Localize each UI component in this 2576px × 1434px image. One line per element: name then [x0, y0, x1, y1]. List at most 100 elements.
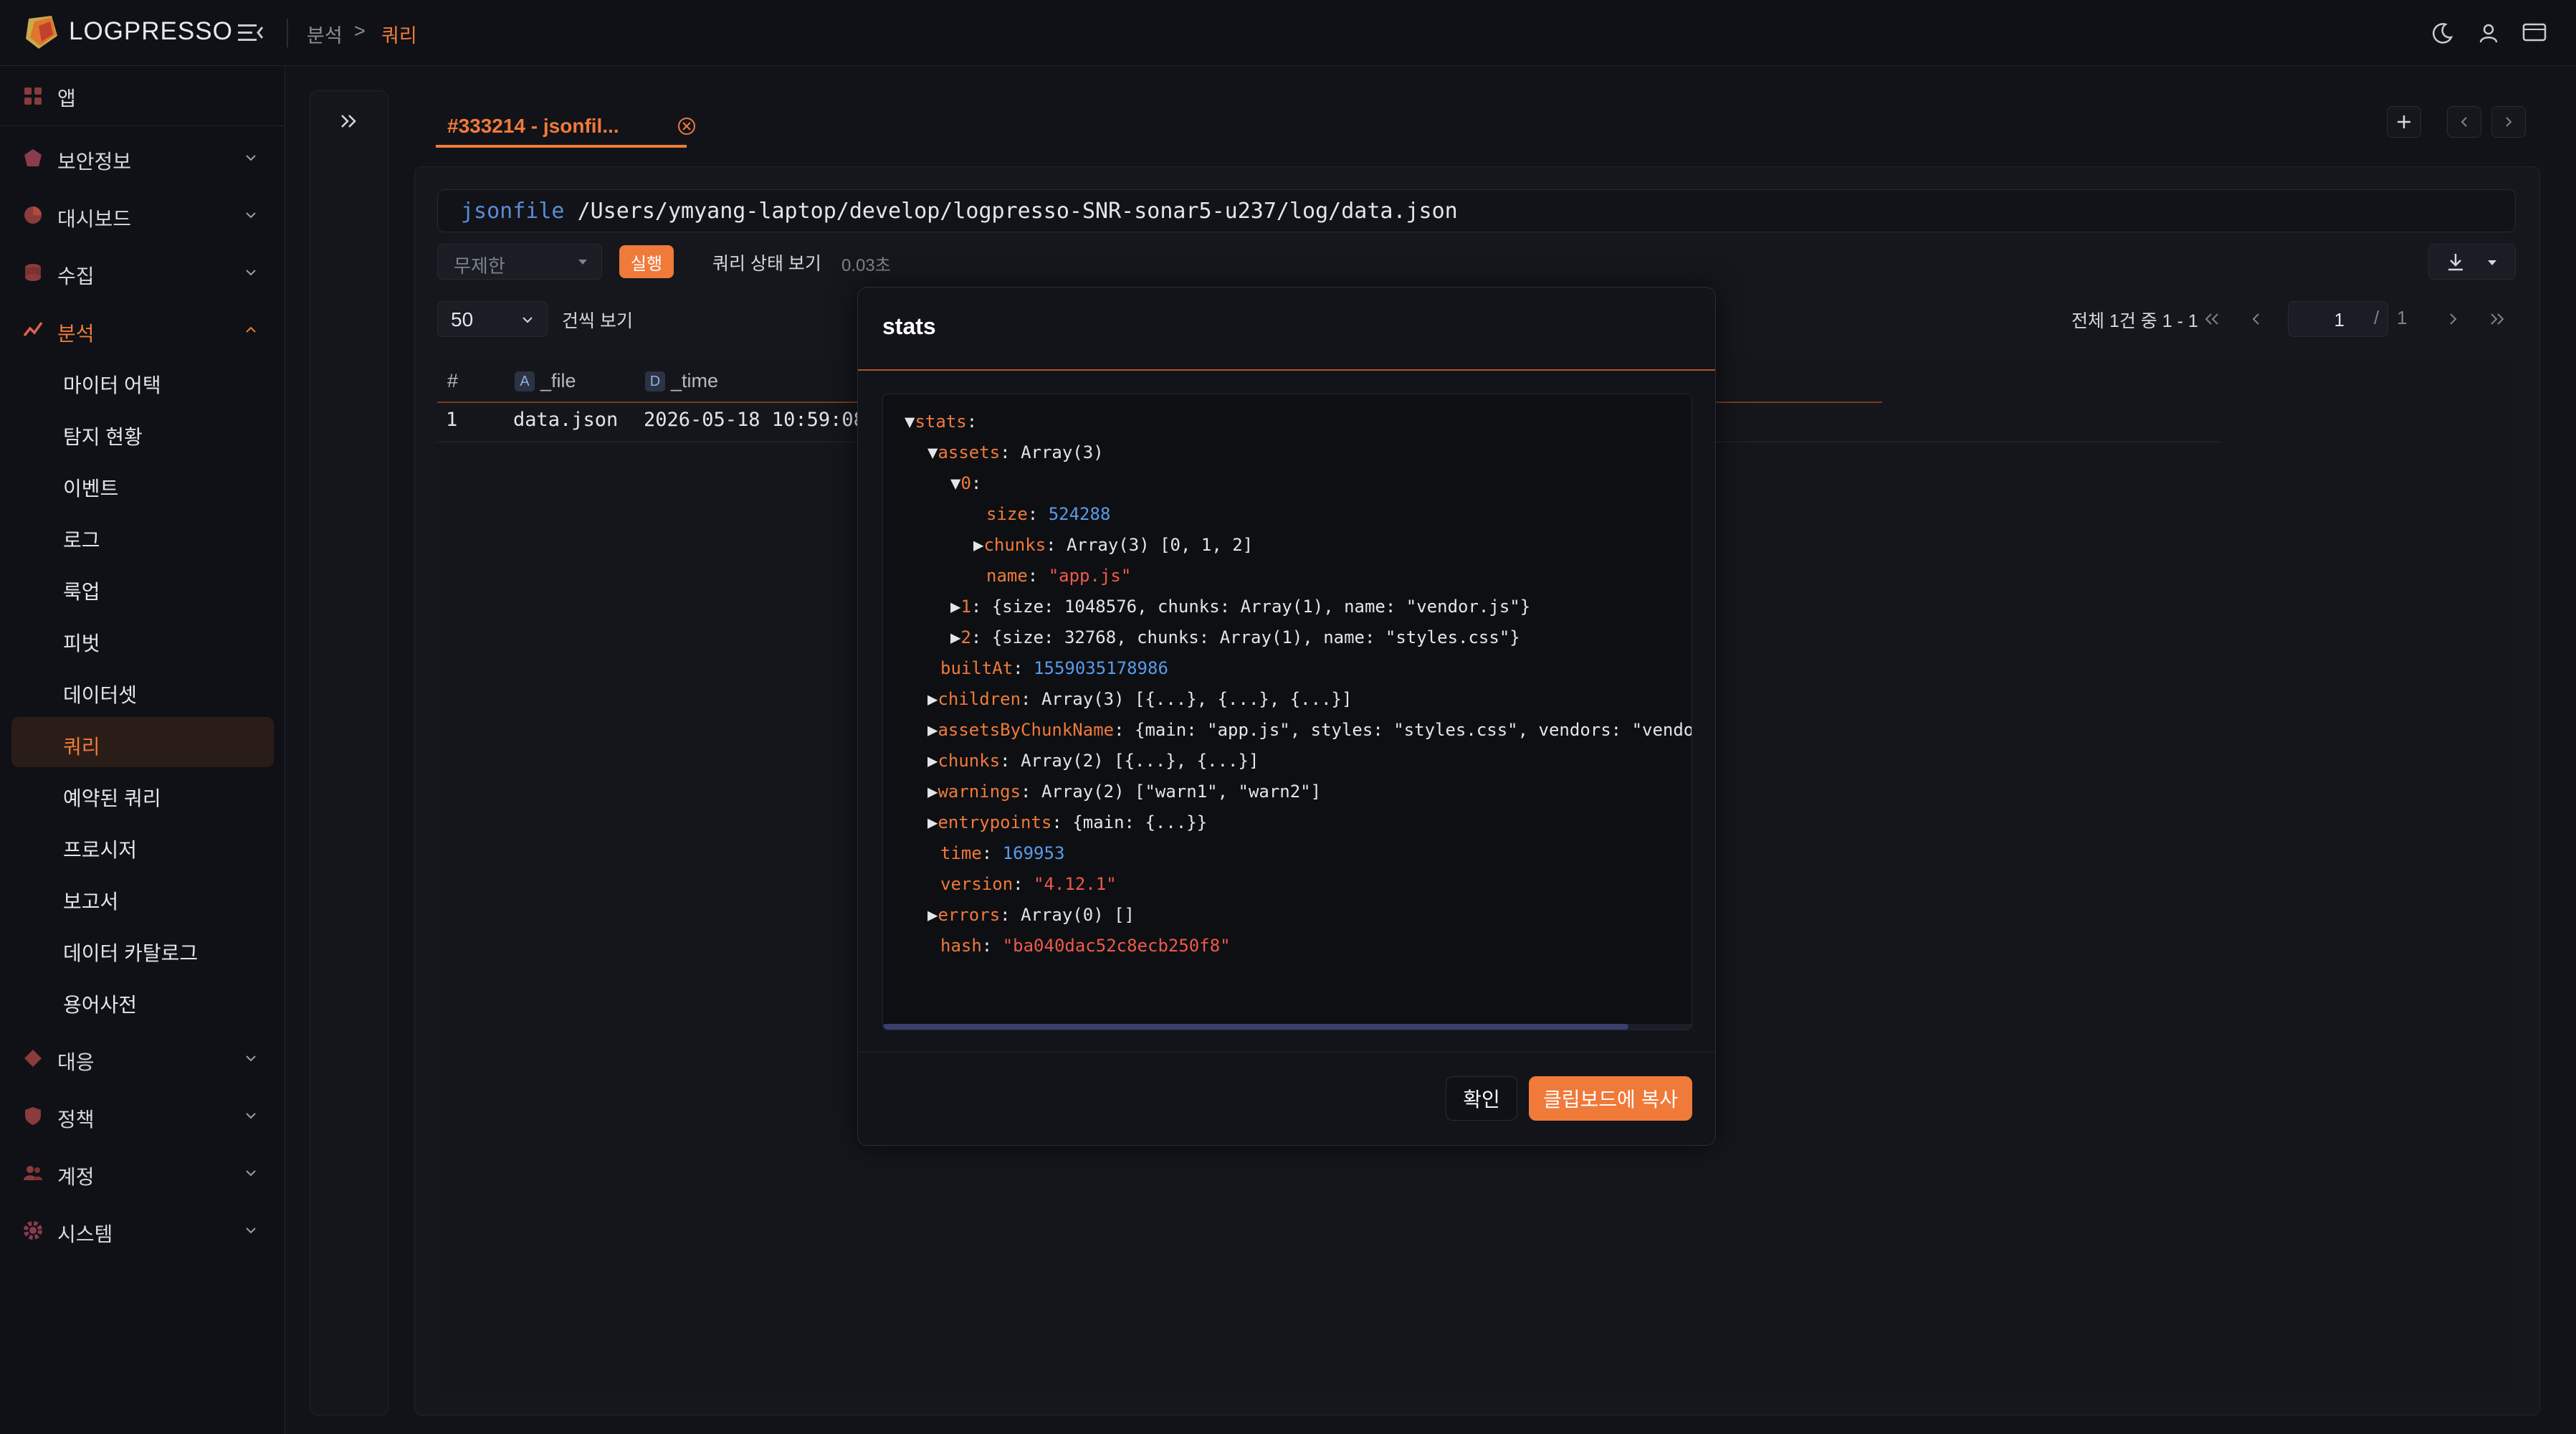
column-header-index[interactable]: # — [447, 370, 458, 392]
screen-icon[interactable] — [2519, 17, 2550, 49]
query-argument: /Users/ymyang-laptop/develop/logpresso-S… — [577, 199, 1458, 224]
run-button[interactable]: 실행 — [619, 245, 674, 278]
sidebar-item-label: 분석 — [57, 323, 95, 345]
json-tree[interactable]: ▼stats: ▼assets: Array(3) ▼0: size: 5242… — [882, 394, 1692, 1030]
sidebar-item-mitre[interactable]: 마이터 어택 — [11, 356, 274, 406]
json-node-assets-2[interactable]: ▶2: {size: 32768, chunks: Array(1), name… — [950, 627, 1520, 647]
sidebar-item-analysis[interactable]: 분석 — [0, 307, 285, 353]
download-icon — [2448, 254, 2463, 271]
sidebar-item-dashboard[interactable]: 대시보드 — [0, 192, 285, 238]
sidebar-item-policy[interactable]: 정책 — [0, 1093, 285, 1139]
sidebar-item-label: 쿼리 — [63, 736, 100, 758]
sidebar-item-data-catalog[interactable]: 데이터 카탈로그 — [11, 923, 274, 974]
menu-collapse-icon[interactable] — [237, 20, 265, 46]
column-header-file[interactable]: A _file — [515, 370, 576, 392]
sidebar-item-logs[interactable]: 로그 — [11, 511, 274, 561]
double-chevron-right-icon — [2491, 313, 2504, 325]
page-size-value: 50 — [451, 308, 474, 331]
json-node-assets[interactable]: ▼assets: Array(3) — [927, 442, 1104, 462]
prev-tab-button[interactable] — [2447, 106, 2481, 138]
moon-icon[interactable] — [2427, 17, 2458, 49]
page-separator: / — [2374, 307, 2380, 328]
tab-strip: #333214 - jsonfil... — [414, 90, 2540, 169]
limit-select[interactable]: 무제한 — [437, 244, 602, 280]
next-page-button[interactable] — [2437, 303, 2468, 336]
chevron-right-icon — [2450, 313, 2457, 325]
first-page-button[interactable] — [2196, 303, 2228, 336]
sidebar-item-events[interactable]: 이벤트 — [11, 459, 274, 509]
sidebar-item-query[interactable]: 쿼리 — [11, 717, 274, 767]
json-node-assets-0[interactable]: ▼0: — [950, 473, 981, 493]
analysis-icon — [23, 321, 43, 337]
chevron-left-icon — [2461, 117, 2467, 127]
caret-down-icon — [2488, 260, 2496, 265]
page-size-select[interactable]: 50 — [437, 301, 548, 337]
json-node-chunks[interactable]: ▶chunks: Array(3) [0, 1, 2] — [973, 535, 1253, 555]
sidebar-item-label: 정책 — [57, 1108, 95, 1131]
page-input[interactable]: 1 — [2288, 301, 2388, 337]
security-icon — [24, 149, 42, 166]
add-tab-button[interactable] — [2387, 106, 2421, 138]
ok-button[interactable]: 확인 — [1446, 1076, 1517, 1121]
user-icon[interactable] — [2473, 17, 2504, 49]
json-node-children[interactable]: ▶children: Array(3) [{...}, {...}, {...}… — [927, 689, 1352, 709]
sidebar-item-label: 룩업 — [63, 581, 100, 603]
sidebar-item-report[interactable]: 보고서 — [11, 872, 274, 922]
caret-down-icon — [578, 260, 587, 265]
chevron-down-icon — [246, 1113, 256, 1119]
cell-file[interactable]: data.json — [513, 409, 618, 431]
query-editor[interactable]: jsonfile /Users/ymyang-laptop/develop/lo… — [437, 189, 2516, 232]
logo-icon[interactable] — [23, 14, 59, 50]
horizontal-scrollbar[interactable] — [883, 1024, 1692, 1030]
breadcrumb-item[interactable]: 분석 — [307, 20, 343, 48]
double-chevron-right-icon[interactable] — [336, 108, 362, 134]
dialog-header-divider — [858, 369, 1715, 371]
sidebar-item-security[interactable]: 보안정보 — [0, 135, 285, 181]
prev-page-button[interactable] — [2241, 303, 2272, 336]
scrollbar-thumb[interactable] — [883, 1024, 1628, 1030]
json-node-assets-by-chunk-name[interactable]: ▶assetsByChunkName: {main: "app.js", sty… — [927, 720, 1692, 740]
column-header-label: _file — [540, 370, 576, 391]
app-name[interactable]: LOGPRESSO — [69, 17, 233, 46]
json-node-stats[interactable]: ▼stats: — [905, 412, 977, 432]
sidebar-item-label: 용어사전 — [63, 994, 138, 1016]
sidebar-item-pivot[interactable]: 피벗 — [11, 614, 274, 664]
sidebar-item-detection[interactable]: 탐지 현황 — [11, 407, 274, 457]
json-node-chunks-root[interactable]: ▶chunks: Array(2) [{...}, {...}] — [927, 751, 1259, 771]
sidebar-item-label: 앱 — [57, 87, 76, 110]
response-icon — [24, 1050, 42, 1067]
chevron-down-icon — [246, 1170, 256, 1177]
last-page-button[interactable] — [2481, 303, 2513, 336]
sidebar-item-label: 대시보드 — [57, 208, 132, 230]
sidebar-item-procedure[interactable]: 프로시저 — [11, 820, 274, 870]
download-button[interactable] — [2428, 244, 2516, 280]
sidebar-item-lookup[interactable]: 룩업 — [11, 562, 274, 612]
copy-to-clipboard-button[interactable]: 클립보드에 복사 — [1529, 1076, 1692, 1121]
sidebar-item-app[interactable]: 앱 — [0, 66, 285, 126]
close-icon[interactable] — [677, 116, 697, 136]
sidebar-item-label: 계정 — [57, 1166, 95, 1188]
dialog-title: stats — [882, 313, 936, 339]
sidebar-item-label: 예약된 쿼리 — [63, 787, 161, 809]
sidebar-item-label: 시스템 — [57, 1223, 113, 1245]
sidebar-item-dataset[interactable]: 데이터셋 — [11, 665, 274, 716]
column-header-time[interactable]: D _time — [645, 370, 718, 392]
query-status-link[interactable]: 쿼리 상태 보기 — [712, 250, 821, 275]
json-node-warnings[interactable]: ▶warnings: Array(2) ["warn1", "warn2"] — [927, 782, 1321, 802]
chevron-left-icon — [2252, 313, 2259, 325]
tab-query[interactable]: #333214 - jsonfil... — [436, 105, 695, 148]
json-node-errors[interactable]: ▶errors: Array(0) [] — [927, 905, 1135, 925]
total-pages: 1 — [2397, 307, 2408, 328]
sidebar-item-label: 대응 — [57, 1051, 95, 1073]
sidebar-item-collect[interactable]: 수집 — [0, 250, 285, 295]
current-page: 1 — [2334, 309, 2344, 331]
sidebar-item-system[interactable]: 시스템 — [0, 1207, 285, 1253]
sidebar-item-account[interactable]: 계정 — [0, 1150, 285, 1196]
next-tab-button[interactable] — [2491, 106, 2526, 138]
json-node-assets-1[interactable]: ▶1: {size: 1048576, chunks: Array(1), na… — [950, 597, 1530, 617]
sidebar-item-response[interactable]: 대응 — [0, 1035, 285, 1081]
tab-title: #333214 - jsonfil... — [447, 115, 619, 137]
json-node-entrypoints[interactable]: ▶entrypoints: {main: {...}} — [927, 812, 1207, 832]
sidebar-item-scheduled-query[interactable]: 예약된 쿼리 — [11, 769, 274, 819]
sidebar-item-glossary[interactable]: 용어사전 — [11, 975, 274, 1025]
